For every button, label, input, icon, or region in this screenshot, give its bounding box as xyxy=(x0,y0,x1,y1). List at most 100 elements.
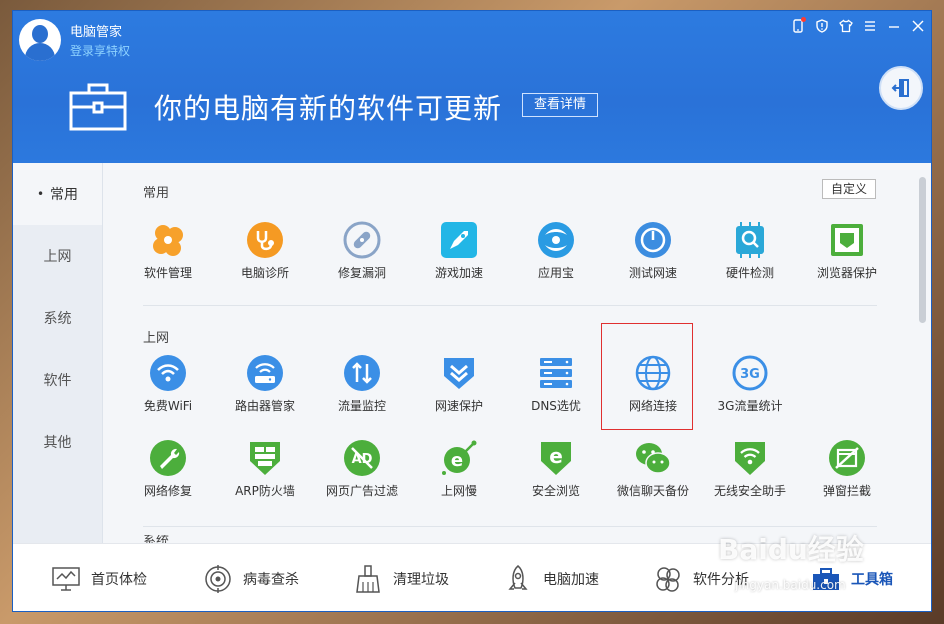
wechat-icon xyxy=(634,439,672,477)
shield-chevron-icon xyxy=(440,354,478,392)
monitor-icon xyxy=(52,567,80,591)
tool-wireless-security[interactable]: 无线安全助手 xyxy=(705,439,795,499)
menu-icon[interactable] xyxy=(863,19,877,33)
phone-icon[interactable] xyxy=(791,17,806,33)
tool-pc-clinic[interactable]: 电脑诊所 xyxy=(220,221,310,281)
shield-icon[interactable] xyxy=(815,19,829,33)
tool-label: 测试网速 xyxy=(628,266,677,280)
exit-icon xyxy=(891,79,909,97)
tool-label: 网速保护 xyxy=(434,399,483,413)
3g-icon: 3G xyxy=(731,354,769,392)
traffic-arrows-icon xyxy=(343,354,381,392)
tool-free-wifi[interactable]: 免费WiFi xyxy=(123,354,213,414)
popup-block-icon xyxy=(828,439,866,477)
chip-icon xyxy=(731,221,769,259)
baidu-watermark: Baidu经验 xyxy=(718,533,864,566)
firewall-icon xyxy=(246,439,284,477)
header-banner: 电脑管家 登录享特权 你的电脑有新的软件可更新 查看详情 xyxy=(13,11,931,163)
nav-label: 工具箱 xyxy=(851,572,893,588)
tool-label: 安全浏览 xyxy=(531,484,580,498)
avatar[interactable] xyxy=(19,19,61,61)
tool-label: 免费WiFi xyxy=(143,399,193,413)
tool-label: 游戏加速 xyxy=(434,266,483,280)
tool-hardware-check[interactable]: 硬件检测 xyxy=(705,221,795,281)
update-banner-title: 你的电脑有新的软件可更新 xyxy=(154,92,503,125)
login-link[interactable]: 登录享特权 xyxy=(70,42,130,59)
tool-label: 网络修复 xyxy=(143,484,192,498)
highlight-box xyxy=(601,323,693,430)
tool-label: 网页广告过滤 xyxy=(325,484,398,498)
tool-web-ad-filter[interactable]: AD 网页广告过滤 xyxy=(317,439,407,499)
close-icon[interactable] xyxy=(911,19,925,33)
rocket-icon xyxy=(440,221,478,259)
tool-router-manager[interactable]: 路由器管家 xyxy=(220,354,310,414)
tool-dns-optimize[interactable]: DNS选优 xyxy=(511,354,601,414)
nav-label: 病毒查杀 xyxy=(243,572,299,588)
nav-virus-scan[interactable]: 病毒查杀 xyxy=(203,564,299,594)
tool-popup-blocker[interactable]: 弹窗拦截 xyxy=(802,439,892,499)
tool-network-repair[interactable]: 网络修复 xyxy=(123,439,213,499)
tool-label: 流量监控 xyxy=(337,399,386,413)
nav-pc-speedup[interactable]: 电脑加速 xyxy=(503,564,599,594)
view-details-button[interactable]: 查看详情 xyxy=(522,93,599,117)
tool-3g-traffic-stats[interactable]: 3G 3G流量统计 xyxy=(705,354,795,414)
section-title-internet: 上网 xyxy=(143,331,170,346)
tool-browser-protection[interactable]: 浏览器保护 xyxy=(802,221,892,281)
sidebar-item-software[interactable]: 软件 xyxy=(13,349,102,411)
nav-label: 清理垃圾 xyxy=(393,572,449,588)
tool-wechat-backup[interactable]: 微信聊天备份 xyxy=(608,439,698,499)
tool-network-speed-protect[interactable]: 网速保护 xyxy=(414,354,504,414)
tool-app-store[interactable]: 应用宝 xyxy=(511,221,601,281)
tool-label: 应用宝 xyxy=(537,266,574,280)
section-divider xyxy=(143,305,877,306)
tool-label: DNS选优 xyxy=(531,399,581,413)
customize-button[interactable]: 自定义 xyxy=(822,179,877,199)
sidebar-item-internet[interactable]: 上网 xyxy=(13,225,102,287)
tools-content: 常用 自定义 软件管理 电脑诊所 修复漏洞 游戏加速 应用宝 测试网速 硬件检测… xyxy=(103,163,931,543)
tool-label: 修复漏洞 xyxy=(337,266,386,280)
server-icon xyxy=(537,354,575,392)
exit-toolbox-button[interactable] xyxy=(879,66,923,110)
tool-label: ARP防火墙 xyxy=(235,484,295,498)
tool-label: 电脑诊所 xyxy=(240,266,289,280)
sidebar-item-other[interactable]: 其他 xyxy=(13,411,102,473)
tool-label: 软件管理 xyxy=(143,266,192,280)
ad-block-icon: AD xyxy=(343,439,381,477)
skin-shirt-icon[interactable] xyxy=(839,19,853,33)
nav-home-checkup[interactable]: 首页体检 xyxy=(51,564,147,594)
virus-scan-icon xyxy=(205,565,231,593)
sidebar-item-common[interactable]: 常用 xyxy=(13,163,102,225)
nav-label: 电脑加速 xyxy=(543,572,599,588)
tool-traffic-monitor[interactable]: 流量监控 xyxy=(317,354,407,414)
minimize-icon[interactable] xyxy=(887,19,901,33)
router-icon xyxy=(246,354,284,392)
tool-label: 无线安全助手 xyxy=(713,484,786,498)
shield-e-icon: e xyxy=(537,439,575,477)
tool-speed-test[interactable]: 测试网速 xyxy=(608,221,698,281)
clover-icon xyxy=(149,221,187,259)
tool-label: 路由器管家 xyxy=(234,399,295,413)
ie-icon: e xyxy=(440,439,478,477)
clover-icon xyxy=(656,567,680,592)
tool-game-boost[interactable]: 游戏加速 xyxy=(414,221,504,281)
tool-arp-firewall[interactable]: ARP防火墙 xyxy=(220,439,310,499)
nav-label: 首页体检 xyxy=(91,572,147,588)
sidebar-item-system[interactable]: 系统 xyxy=(13,287,102,349)
tool-label: 浏览器保护 xyxy=(816,266,877,280)
wifi-shield-icon xyxy=(731,439,769,477)
category-sidebar: 常用 上网 系统 软件 其他 xyxy=(13,163,103,543)
tool-safe-browsing[interactable]: e 安全浏览 xyxy=(511,439,601,499)
gauge-icon xyxy=(634,221,672,259)
svg-text:3G: 3G xyxy=(740,367,760,382)
section-title-system-partial: 系统 xyxy=(143,535,170,543)
scrollbar-thumb[interactable] xyxy=(919,177,926,323)
app-title: 电脑管家 xyxy=(70,25,123,40)
svg-text:e: e xyxy=(549,444,563,468)
rocket-icon xyxy=(508,565,528,590)
broom-icon xyxy=(356,565,380,593)
nav-clean-junk[interactable]: 清理垃圾 xyxy=(353,564,449,594)
tool-software-manager[interactable]: 软件管理 xyxy=(123,221,213,281)
tool-fix-vulnerabilities[interactable]: 修复漏洞 xyxy=(317,221,407,281)
wrench-icon xyxy=(149,439,187,477)
tool-slow-internet[interactable]: e 上网慢 xyxy=(414,439,504,499)
